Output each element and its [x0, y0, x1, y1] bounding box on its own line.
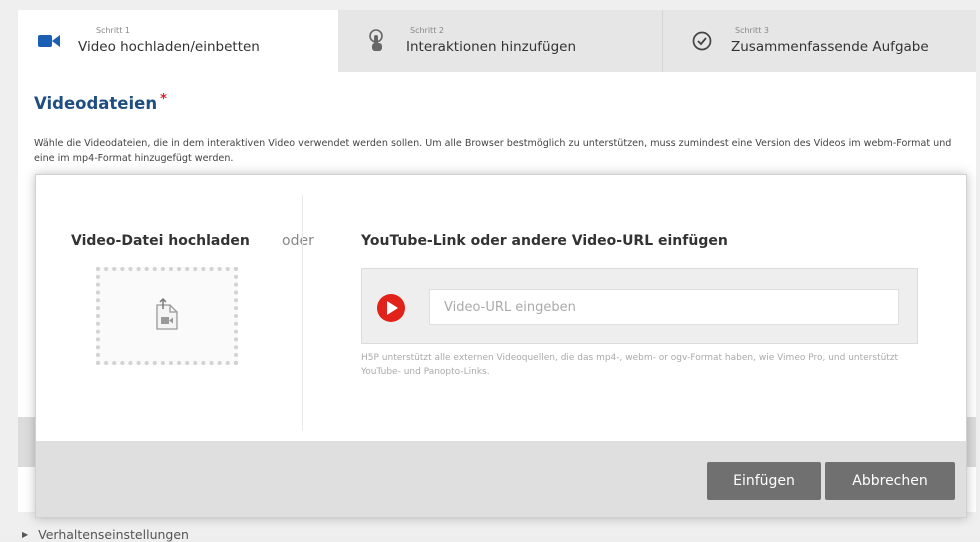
behaviour-settings-label: Verhaltenseinstellungen [38, 527, 189, 542]
video-url-input[interactable] [429, 289, 899, 325]
tab-label: Video hochladen/einbetten [78, 39, 260, 55]
youtube-play-icon [376, 293, 406, 323]
tab-label: Interaktionen hinzufügen [406, 39, 577, 55]
tab-summary-task[interactable]: Schritt 3 Zusammenfassende Aufgabe [663, 10, 976, 72]
touch-hand-icon [366, 29, 388, 52]
tab-step-label: Schritt 3 [735, 26, 769, 35]
dialog-footer: Einfügen Abbrechen [36, 441, 966, 517]
required-marker: * [160, 92, 167, 107]
upload-video-file-icon [154, 297, 180, 335]
behaviour-settings-toggle[interactable]: ▶ Verhaltenseinstellungen [22, 527, 189, 542]
tab-step-label: Schritt 1 [96, 26, 130, 35]
tab-video-upload[interactable]: Schritt 1 Video hochladen/einbetten [18, 10, 338, 72]
tab-label: Zusammenfassende Aufgabe [731, 39, 929, 55]
or-separator: oder [282, 233, 314, 249]
field-title: Videodateien * [34, 92, 167, 113]
check-circle-icon [691, 30, 713, 52]
url-input-container [361, 268, 918, 344]
vertical-divider [302, 195, 303, 430]
field-title-text: Videodateien [34, 94, 158, 113]
step-tabs: Schritt 1 Video hochladen/einbetten Schr… [18, 10, 976, 72]
upload-title: Video-Datei hochladen [71, 233, 250, 249]
insert-button[interactable]: Einfügen [707, 462, 821, 500]
cancel-button[interactable]: Abbrechen [825, 462, 955, 500]
field-description: Wähle die Videodateien, die in dem inter… [34, 138, 952, 164]
video-camera-icon [38, 30, 60, 52]
caret-right-icon: ▶ [22, 530, 29, 539]
tab-interactions[interactable]: Schritt 2 Interaktionen hinzufügen [338, 10, 663, 72]
url-help-text: H5P unterstützt alle externen Videoquell… [361, 353, 899, 377]
url-title: YouTube-Link oder andere Video-URL einfü… [361, 233, 728, 249]
file-drop-zone[interactable] [96, 267, 238, 365]
video-upload-dialog: Video-Datei hochladen oder YouTube-Link … [35, 174, 967, 518]
tab-step-label: Schritt 2 [410, 26, 444, 35]
